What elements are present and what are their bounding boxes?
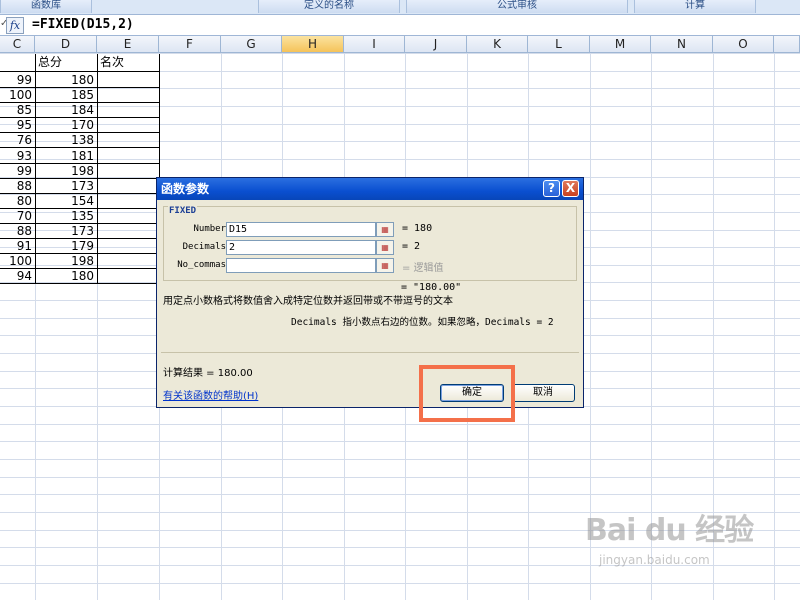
column-header-m[interactable]: M — [590, 36, 651, 53]
arg-input-decimals[interactable]: 2 — [226, 240, 376, 255]
argument-group: FIXED Number D15 ▦ = 180 Decimals 2 ▦ = … — [163, 206, 577, 281]
watermark-url: jingyan.baidu.com — [599, 553, 710, 567]
column-header-j[interactable]: J — [405, 36, 467, 53]
arg-result-decimals: = 2 — [402, 241, 421, 252]
watermark-brand: Bai du 经验 — [585, 513, 754, 548]
collapse-dialog-icon[interactable]: ▦ — [376, 222, 394, 237]
baidu-jingyan-watermark: Bai du 经验 jingyan.baidu.com — [585, 505, 754, 567]
arg-input-no-commas[interactable] — [226, 258, 376, 273]
formula-text[interactable]: =FIXED(D15,2) — [32, 16, 134, 34]
ok-button-highlight-box — [419, 365, 515, 422]
ribbon-group-defined-names[interactable]: 定义的名称 — [258, 0, 400, 13]
arg-label-no-commas: No_commas — [177, 260, 226, 270]
column-header-p[interactable] — [774, 36, 800, 53]
dialog-titlebar[interactable]: 函数参数 ? X — [157, 178, 583, 200]
cell-d-header[interactable]: 总分 — [36, 54, 97, 71]
arg-input-number[interactable]: D15 — [226, 222, 376, 237]
collapse-dialog-icon[interactable]: ▦ — [376, 258, 394, 273]
help-icon[interactable]: ? — [543, 180, 560, 197]
column-header-c[interactable]: C — [0, 36, 35, 53]
dialog-separator — [161, 352, 579, 353]
column-header-o[interactable]: O — [713, 36, 774, 53]
column-header-d[interactable]: D — [35, 36, 97, 53]
cancel-button[interactable]: 取消 — [511, 384, 575, 402]
arg-label-decimals: Decimals — [182, 242, 226, 252]
column-header-h[interactable]: H — [282, 36, 344, 53]
function-arguments-dialog: 函数参数 ? X FIXED Number D15 ▦ = 180 Decima… — [156, 177, 584, 408]
arg-result-no-commas: = 逻辑值 — [402, 263, 444, 274]
arg-label-number: Number — [193, 224, 226, 234]
cell-e-header[interactable]: 名次 — [98, 54, 159, 71]
column-header-e[interactable]: E — [97, 36, 159, 53]
column-header-n[interactable]: N — [651, 36, 713, 53]
column-header-f[interactable]: F — [159, 36, 221, 53]
close-icon[interactable]: X — [562, 180, 579, 197]
column-header-k[interactable]: K — [467, 36, 528, 53]
formula-bar: ✓ fx =FIXED(D15,2) — [0, 15, 800, 36]
argument-help-text: Decimals 指小数点右边的位数。如果忽略，Decimals = 2 — [291, 317, 554, 328]
ribbon-group-formula-auditing[interactable]: 公式审核 — [406, 0, 628, 13]
enter-check-icon[interactable]: ✓ — [0, 18, 8, 29]
insert-function-icon[interactable]: fx — [6, 17, 24, 34]
ribbon-group-bar: 函数库 定义的名称 公式审核 计算 — [0, 0, 800, 15]
function-help-link[interactable]: 有关该函数的帮助(H) — [163, 387, 258, 402]
ribbon-group-function-library[interactable]: 函数库 — [0, 0, 92, 13]
dialog-title: 函数参数 — [161, 182, 210, 196]
calculation-result: 计算结果 = 180.00 — [163, 368, 253, 379]
ribbon-group-calculation[interactable]: 计算 — [634, 0, 756, 13]
column-header-g[interactable]: G — [221, 36, 282, 53]
collapse-dialog-icon[interactable]: ▦ — [376, 240, 394, 255]
function-description: 用定点小数格式将数值舍入成特定位数并返回带或不带逗号的文本 — [163, 296, 453, 307]
column-header-l[interactable]: L — [528, 36, 590, 53]
column-header-i[interactable]: I — [344, 36, 405, 53]
function-name: FIXED — [168, 206, 198, 216]
arg-result-number: = 180 — [402, 223, 433, 234]
